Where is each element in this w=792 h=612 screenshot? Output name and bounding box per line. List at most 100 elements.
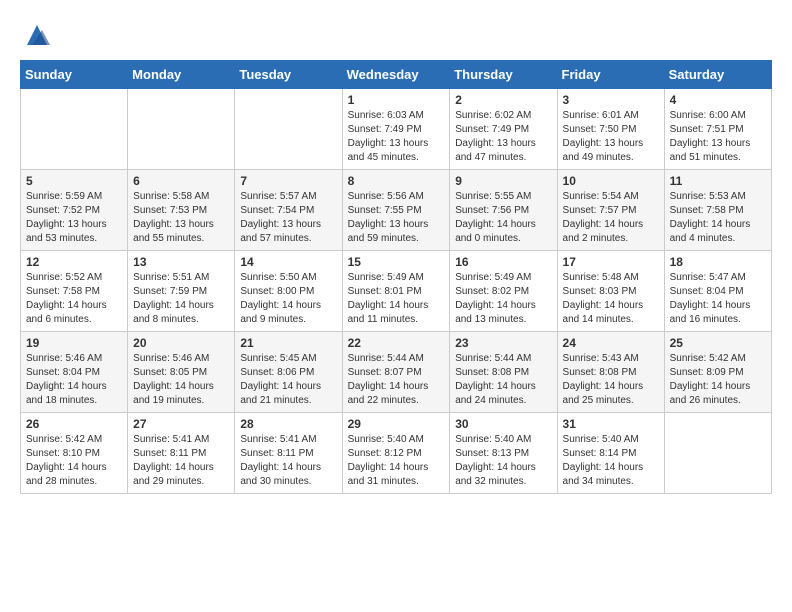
day-number: 3 bbox=[563, 93, 659, 107]
calendar-cell: 18 Sunrise: 5:47 AMSunset: 8:04 PMDayligh… bbox=[664, 251, 771, 332]
day-number: 24 bbox=[563, 336, 659, 350]
calendar-cell: 17 Sunrise: 5:48 AMSunset: 8:03 PMDayligh… bbox=[557, 251, 664, 332]
calendar-cell: 16 Sunrise: 5:49 AMSunset: 8:02 PMDayligh… bbox=[450, 251, 557, 332]
calendar-cell: 14Sunrise: 5:50 AMSunset: 8:00 PMDayligh… bbox=[235, 251, 342, 332]
day-info: Sunrise: 5:49 AMSunset: 8:02 PMDaylight:… bbox=[455, 271, 551, 327]
calendar-cell: 1Sunrise: 6:03 AMSunset: 7:49 PMDaylight… bbox=[342, 89, 450, 170]
day-number: 31 bbox=[563, 417, 659, 431]
weekday-header-row: SundayMondayTuesdayWednesdayThursdayFrid… bbox=[21, 61, 772, 89]
day-number: 13 bbox=[133, 255, 229, 269]
day-info: Sunrise: 6:02 AMSunset: 7:49 PMDaylight:… bbox=[455, 109, 551, 165]
calendar-cell: 28Sunrise: 5:41 AMSunset: 8:11 PMDayligh… bbox=[235, 413, 342, 494]
day-number: 9 bbox=[455, 174, 551, 188]
day-number: 7 bbox=[240, 174, 336, 188]
day-number: 17 bbox=[563, 255, 659, 269]
calendar-cell: 25 Sunrise: 5:42 AMSunset: 8:09 PMDayligh… bbox=[664, 332, 771, 413]
day-info: Sunrise: 5:42 AMSunset: 8:09 PMDaylight:… bbox=[670, 352, 766, 408]
day-number: 25 bbox=[670, 336, 766, 350]
day-info: Sunrise: 5:54 AMSunset: 7:57 PMDaylight:… bbox=[563, 190, 659, 246]
weekday-header: Wednesday bbox=[342, 61, 450, 89]
calendar-week-row: 19Sunrise: 5:46 AMSunset: 8:04 PMDayligh… bbox=[21, 332, 772, 413]
day-info: Sunrise: 5:42 AMSunset: 8:10 PMDaylight:… bbox=[26, 433, 122, 489]
day-number: 16 bbox=[455, 255, 551, 269]
day-info: Sunrise: 5:46 AMSunset: 8:04 PMDaylight:… bbox=[26, 352, 122, 408]
day-number: 23 bbox=[455, 336, 551, 350]
day-info: Sunrise: 5:58 AMSunset: 7:53 PMDaylight:… bbox=[133, 190, 229, 246]
calendar-cell: 9 Sunrise: 5:55 AMSunset: 7:56 PMDaylight… bbox=[450, 170, 557, 251]
day-info: Sunrise: 5:51 AMSunset: 7:59 PMDaylight:… bbox=[133, 271, 229, 327]
day-info: Sunrise: 6:01 AMSunset: 7:50 PMDaylight:… bbox=[563, 109, 659, 165]
day-number: 28 bbox=[240, 417, 336, 431]
calendar-cell bbox=[128, 89, 235, 170]
calendar-week-row: 5 Sunrise: 5:59 AMSunset: 7:52 PMDaylight… bbox=[21, 170, 772, 251]
calendar-cell: 8 Sunrise: 5:56 AMSunset: 7:55 PMDaylight… bbox=[342, 170, 450, 251]
calendar-cell: 31 Sunrise: 5:40 AMSunset: 8:14 PMDayligh… bbox=[557, 413, 664, 494]
weekday-header: Tuesday bbox=[235, 61, 342, 89]
day-number: 6 bbox=[133, 174, 229, 188]
day-number: 10 bbox=[563, 174, 659, 188]
day-info: Sunrise: 5:46 AMSunset: 8:05 PMDaylight:… bbox=[133, 352, 229, 408]
logo bbox=[20, 20, 52, 50]
calendar-cell bbox=[664, 413, 771, 494]
day-info: Sunrise: 5:49 AMSunset: 8:01 PMDaylight:… bbox=[348, 271, 445, 327]
day-number: 2 bbox=[455, 93, 551, 107]
day-info: Sunrise: 5:56 AMSunset: 7:55 PMDaylight:… bbox=[348, 190, 445, 246]
calendar-cell: 26 Sunrise: 5:42 AMSunset: 8:10 PMDayligh… bbox=[21, 413, 128, 494]
day-number: 15 bbox=[348, 255, 445, 269]
calendar-cell: 3 Sunrise: 6:01 AMSunset: 7:50 PMDaylight… bbox=[557, 89, 664, 170]
day-number: 5 bbox=[26, 174, 122, 188]
day-number: 26 bbox=[26, 417, 122, 431]
day-info: Sunrise: 5:53 AMSunset: 7:58 PMDaylight:… bbox=[670, 190, 766, 246]
day-info: Sunrise: 5:55 AMSunset: 7:56 PMDaylight:… bbox=[455, 190, 551, 246]
day-number: 22 bbox=[348, 336, 445, 350]
calendar-cell: 21Sunrise: 5:45 AMSunset: 8:06 PMDayligh… bbox=[235, 332, 342, 413]
calendar-cell: 6 Sunrise: 5:58 AMSunset: 7:53 PMDaylight… bbox=[128, 170, 235, 251]
day-info: Sunrise: 5:45 AMSunset: 8:06 PMDaylight:… bbox=[240, 352, 336, 408]
calendar-week-row: 12 Sunrise: 5:52 AMSunset: 7:58 PMDayligh… bbox=[21, 251, 772, 332]
calendar-cell: 12 Sunrise: 5:52 AMSunset: 7:58 PMDayligh… bbox=[21, 251, 128, 332]
weekday-header: Saturday bbox=[664, 61, 771, 89]
weekday-header: Sunday bbox=[21, 61, 128, 89]
calendar-cell: 19Sunrise: 5:46 AMSunset: 8:04 PMDayligh… bbox=[21, 332, 128, 413]
day-info: Sunrise: 5:59 AMSunset: 7:52 PMDaylight:… bbox=[26, 190, 122, 246]
calendar-cell: 4 Sunrise: 6:00 AMSunset: 7:51 PMDaylight… bbox=[664, 89, 771, 170]
calendar-cell: 2 Sunrise: 6:02 AMSunset: 7:49 PMDaylight… bbox=[450, 89, 557, 170]
calendar-cell: 20Sunrise: 5:46 AMSunset: 8:05 PMDayligh… bbox=[128, 332, 235, 413]
logo-icon bbox=[22, 20, 52, 50]
calendar-cell: 23Sunrise: 5:44 AMSunset: 8:08 PMDayligh… bbox=[450, 332, 557, 413]
day-number: 8 bbox=[348, 174, 445, 188]
day-number: 18 bbox=[670, 255, 766, 269]
calendar-cell: 5 Sunrise: 5:59 AMSunset: 7:52 PMDaylight… bbox=[21, 170, 128, 251]
calendar-cell: 15 Sunrise: 5:49 AMSunset: 8:01 PMDayligh… bbox=[342, 251, 450, 332]
calendar-cell: 22Sunrise: 5:44 AMSunset: 8:07 PMDayligh… bbox=[342, 332, 450, 413]
weekday-header: Monday bbox=[128, 61, 235, 89]
day-info: Sunrise: 5:48 AMSunset: 8:03 PMDaylight:… bbox=[563, 271, 659, 327]
calendar-cell: 24 Sunrise: 5:43 AMSunset: 8:08 PMDayligh… bbox=[557, 332, 664, 413]
calendar-week-row: 1Sunrise: 6:03 AMSunset: 7:49 PMDaylight… bbox=[21, 89, 772, 170]
calendar-cell: 30 Sunrise: 5:40 AMSunset: 8:13 PMDayligh… bbox=[450, 413, 557, 494]
day-info: Sunrise: 5:40 AMSunset: 8:12 PMDaylight:… bbox=[348, 433, 445, 489]
day-info: Sunrise: 6:00 AMSunset: 7:51 PMDaylight:… bbox=[670, 109, 766, 165]
weekday-header: Thursday bbox=[450, 61, 557, 89]
day-info: Sunrise: 5:52 AMSunset: 7:58 PMDaylight:… bbox=[26, 271, 122, 327]
day-info: Sunrise: 5:57 AMSunset: 7:54 PMDaylight:… bbox=[240, 190, 336, 246]
day-number: 14 bbox=[240, 255, 336, 269]
weekday-header: Friday bbox=[557, 61, 664, 89]
calendar-body: 1Sunrise: 6:03 AMSunset: 7:49 PMDaylight… bbox=[21, 89, 772, 494]
day-info: Sunrise: 5:47 AMSunset: 8:04 PMDaylight:… bbox=[670, 271, 766, 327]
day-info: Sunrise: 5:40 AMSunset: 8:14 PMDaylight:… bbox=[563, 433, 659, 489]
calendar-table: SundayMondayTuesdayWednesdayThursdayFrid… bbox=[20, 60, 772, 494]
calendar-week-row: 26 Sunrise: 5:42 AMSunset: 8:10 PMDayligh… bbox=[21, 413, 772, 494]
day-number: 12 bbox=[26, 255, 122, 269]
calendar-cell bbox=[235, 89, 342, 170]
day-number: 4 bbox=[670, 93, 766, 107]
day-number: 11 bbox=[670, 174, 766, 188]
calendar-cell: 11 Sunrise: 5:53 AMSunset: 7:58 PMDayligh… bbox=[664, 170, 771, 251]
day-info: Sunrise: 5:40 AMSunset: 8:13 PMDaylight:… bbox=[455, 433, 551, 489]
calendar-header: SundayMondayTuesdayWednesdayThursdayFrid… bbox=[21, 61, 772, 89]
day-number: 1 bbox=[348, 93, 445, 107]
day-number: 30 bbox=[455, 417, 551, 431]
calendar-cell: 13 Sunrise: 5:51 AMSunset: 7:59 PMDayligh… bbox=[128, 251, 235, 332]
day-number: 27 bbox=[133, 417, 229, 431]
day-info: Sunrise: 5:43 AMSunset: 8:08 PMDaylight:… bbox=[563, 352, 659, 408]
